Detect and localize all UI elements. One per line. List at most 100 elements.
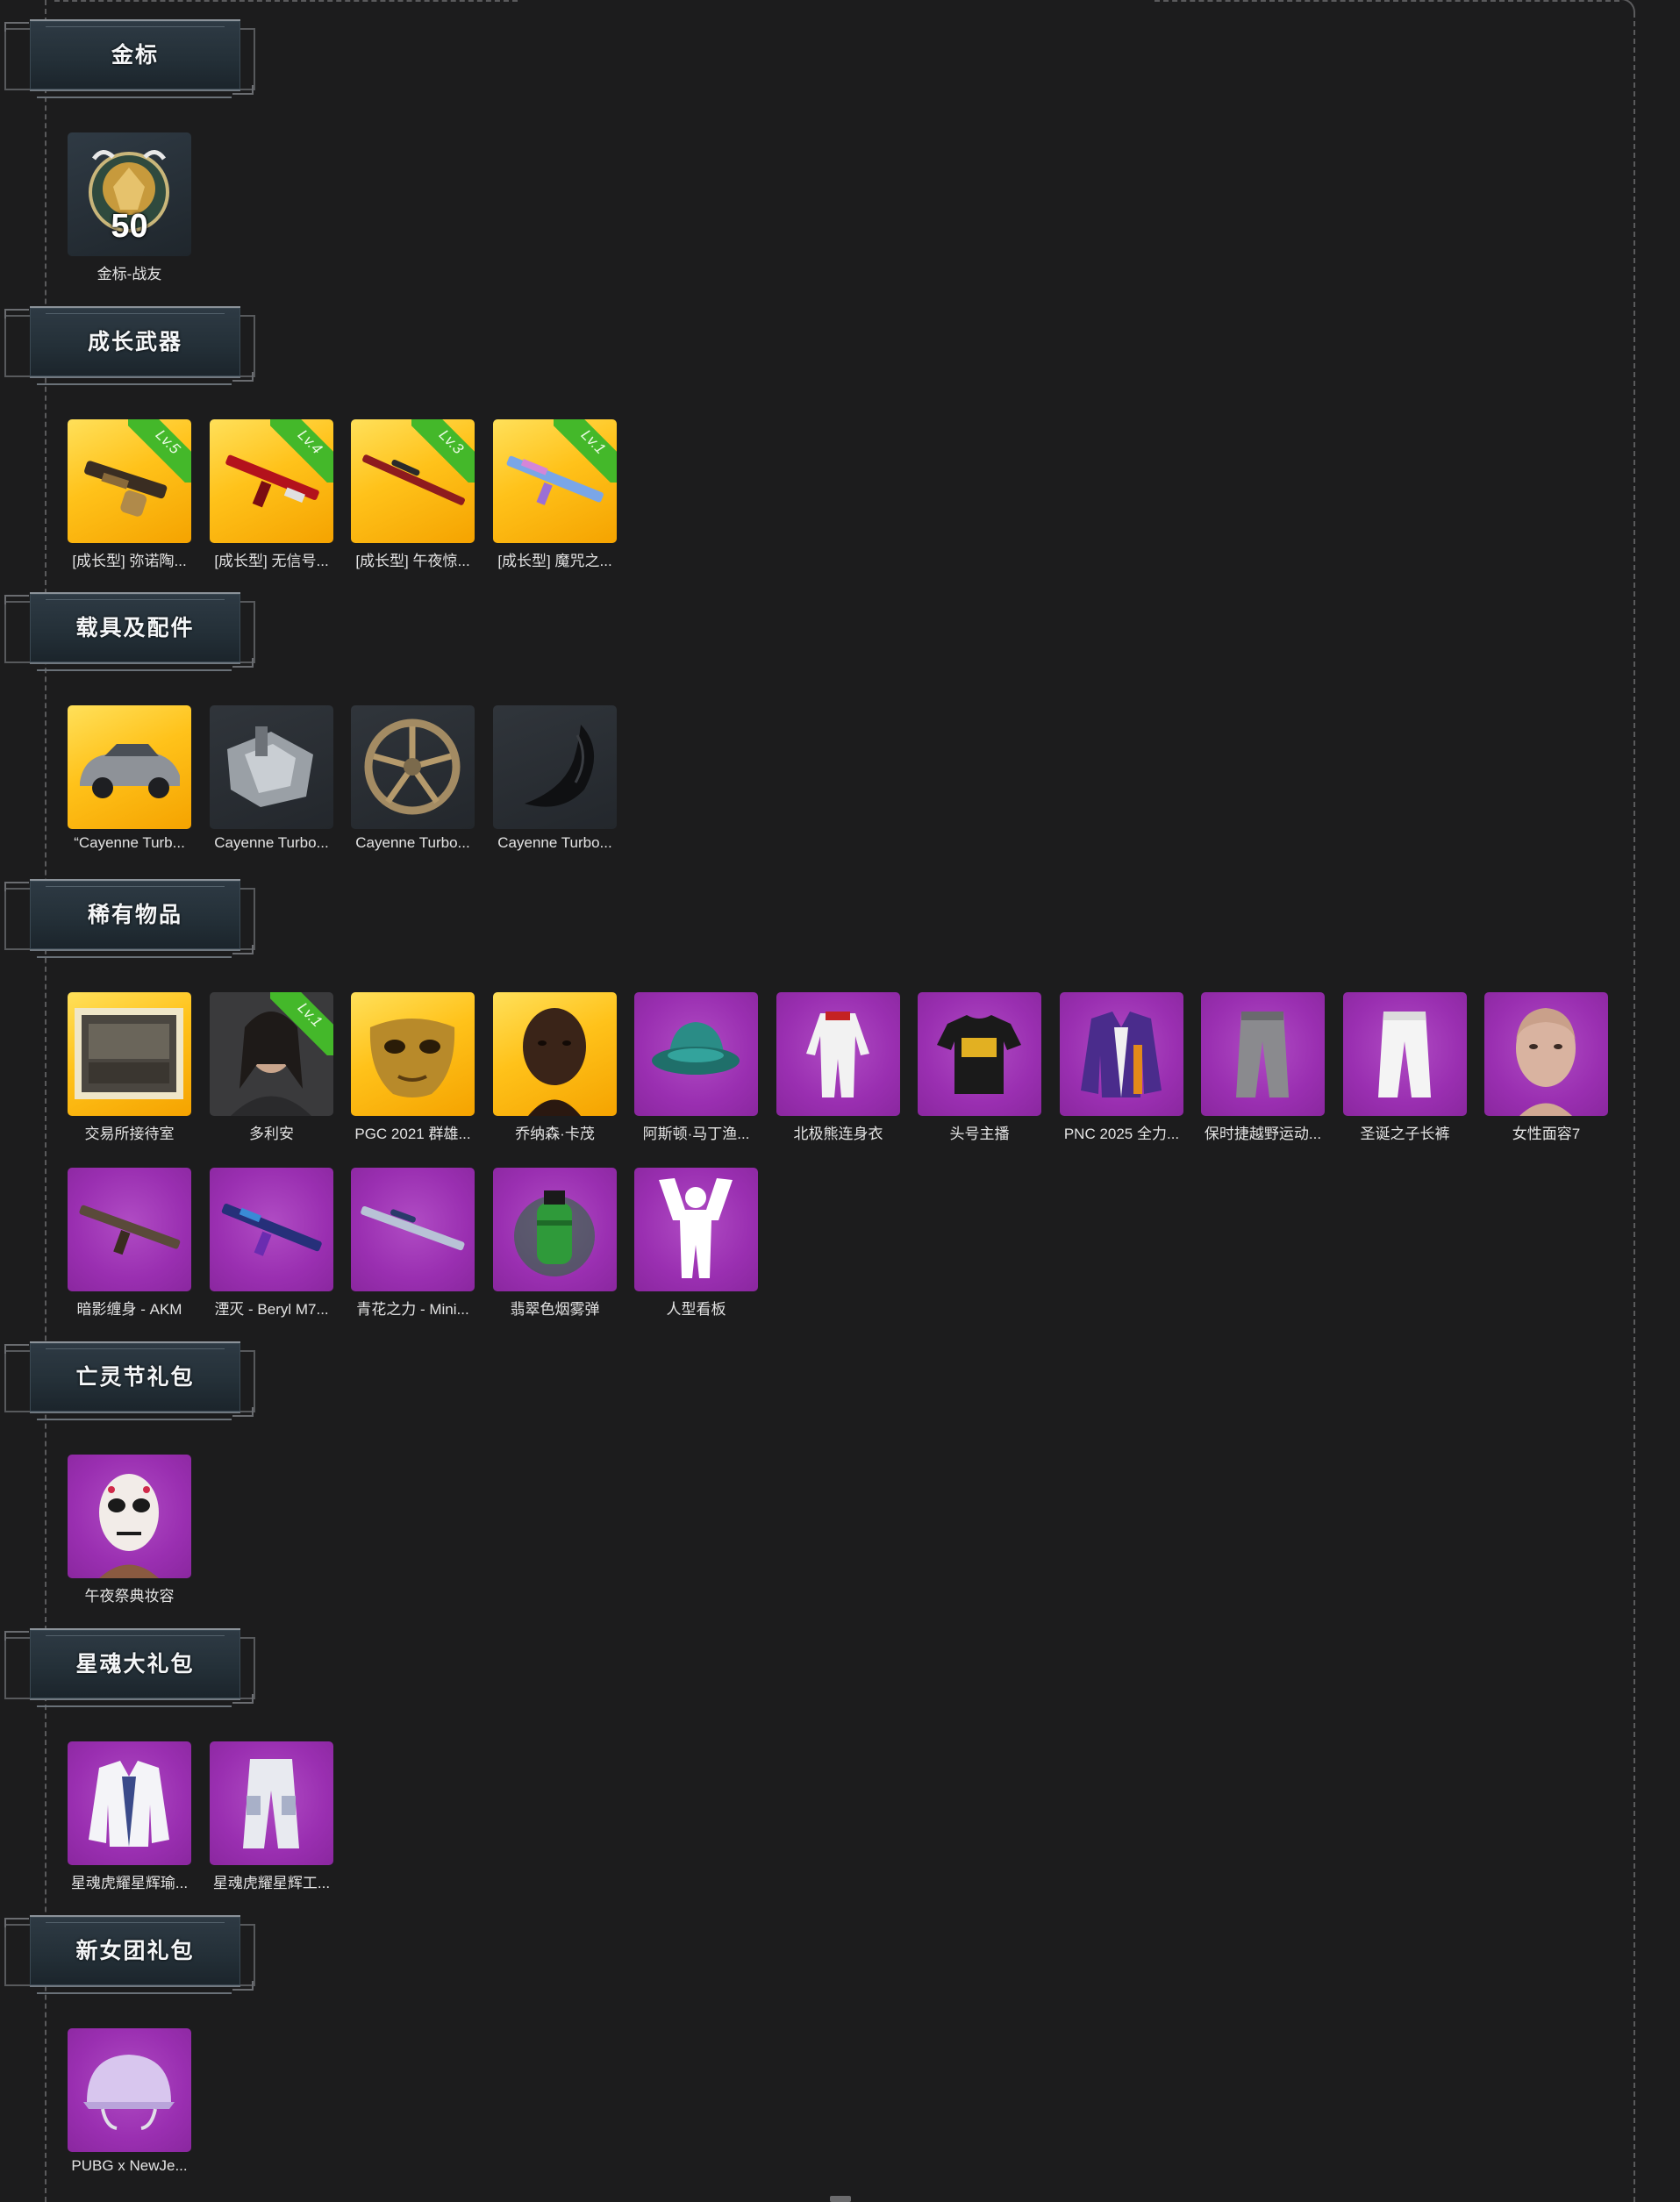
item-thumbnail[interactable] (1060, 992, 1183, 1116)
skull-makeup-face-icon (99, 1474, 159, 1578)
section-title: 新女团礼包 (75, 1939, 195, 1963)
engine-part-icon (227, 726, 313, 807)
room-picture-icon (75, 1008, 183, 1099)
section-header: 稀有物品 (0, 871, 263, 963)
item-thumbnail[interactable] (68, 1455, 191, 1578)
item-thumbnail[interactable] (1343, 992, 1467, 1116)
section-title: 亡灵节礼包 (75, 1365, 195, 1390)
item-thumbnail[interactable] (634, 1168, 758, 1291)
item-thumbnail[interactable] (1201, 992, 1325, 1116)
bucket-hat-icon (652, 1022, 740, 1075)
header-corner (4, 1631, 29, 1641)
item-thumbnail[interactable]: Lv.1 (493, 419, 617, 543)
item-thumbnail[interactable] (210, 705, 333, 829)
wheel-rim-icon (364, 719, 461, 815)
car-trim-icon (525, 725, 595, 807)
item-thumbnail[interactable] (351, 992, 475, 1116)
section-title: 金标 (111, 43, 159, 68)
frame-corner (1605, 0, 1635, 16)
section-header: 成长武器 (0, 298, 263, 390)
item-label: 翡翠色烟雾弹 (510, 1301, 600, 1318)
smoke-grenade-icon (514, 1190, 595, 1276)
item-label: Cayenne Turbo... (214, 834, 329, 851)
section-title: 星魂大礼包 (75, 1652, 195, 1677)
level-label: Lv.3 (435, 426, 467, 458)
frame-top-border (1155, 0, 1619, 2)
cargo-pants-icon (243, 1759, 299, 1848)
level-label: Lv.1 (577, 426, 609, 458)
header-corner (4, 882, 29, 891)
helmet-icon (83, 2055, 175, 2130)
item-label: 星魂虎耀星辉工... (212, 1875, 331, 1891)
item-thumbnail[interactable] (493, 992, 617, 1116)
item-label: 金标-战友 (97, 266, 162, 282)
item-thumbnail[interactable]: Lv.5 (68, 419, 191, 543)
item-label: [成长型] 无信号... (214, 553, 329, 569)
item-label: 多利安 (249, 1126, 294, 1142)
item-label: 午夜祭典妆容 (84, 1588, 175, 1605)
jacket-icon (1081, 1012, 1162, 1097)
frame-top-border (54, 0, 518, 2)
item-thumbnail[interactable] (68, 1168, 191, 1291)
item-label: 乔纳森·卡茂 (515, 1126, 595, 1142)
item-thumbnail[interactable] (68, 2028, 191, 2152)
level-label: Lv.4 (294, 426, 325, 458)
item-thumbnail[interactable] (918, 992, 1041, 1116)
item-label: [成长型] 魔咒之... (497, 553, 612, 569)
scroll-indicator (830, 2196, 851, 2202)
item-thumbnail[interactable] (1484, 992, 1608, 1116)
item-thumbnail[interactable] (210, 1741, 333, 1865)
item-label: [成长型] 弥诺陶... (72, 553, 187, 569)
level-ribbon: Lv.5 (128, 419, 191, 483)
akm-rifle-icon (79, 1205, 181, 1255)
item-label: PGC 2021 群雄... (354, 1126, 471, 1142)
section-title: 稀有物品 (87, 903, 182, 927)
item-label: 星魂虎耀星辉瑜... (70, 1875, 189, 1891)
suv-car-icon (80, 744, 180, 798)
item-label: 圣诞之子长裤 (1360, 1126, 1450, 1142)
item-label: PNC 2025 全力... (1063, 1126, 1180, 1142)
level-ribbon: Lv.3 (411, 419, 475, 483)
header-corner (4, 1344, 29, 1354)
item-label: 暗影缠身 - AKM (76, 1301, 182, 1318)
white-jacket-icon (89, 1761, 169, 1847)
tshirt-icon (937, 1015, 1021, 1094)
item-label: 交易所接待室 (84, 1126, 175, 1142)
item-thumbnail[interactable] (210, 1168, 333, 1291)
white-pants-icon (1378, 1012, 1431, 1097)
section-header: 载具及配件 (0, 584, 263, 676)
level-label: Lv.1 (294, 999, 325, 1031)
header-corner (4, 22, 29, 32)
item-thumbnail[interactable] (351, 1168, 475, 1291)
female-face-icon (1516, 1008, 1576, 1116)
item-thumbnail[interactable]: Lv.3 (351, 419, 475, 543)
item-thumbnail[interactable] (68, 992, 191, 1116)
item-label: 北极熊连身衣 (793, 1126, 883, 1142)
section-title: 载具及配件 (75, 616, 195, 640)
level-ribbon: Lv.1 (554, 419, 617, 483)
item-thumbnail[interactable]: 50 (68, 132, 191, 256)
section-title: 成长武器 (87, 330, 182, 354)
item-thumbnail[interactable] (493, 705, 617, 829)
header-corner (4, 309, 29, 318)
grey-pants-icon (1236, 1012, 1289, 1097)
item-label: PUBG x NewJe... (71, 2157, 188, 2174)
header-corner (4, 595, 29, 604)
mini-rifle-icon (361, 1206, 465, 1251)
item-thumbnail[interactable] (493, 1168, 617, 1291)
frame-right-border (1634, 12, 1635, 2202)
item-thumbnail[interactable] (776, 992, 900, 1116)
item-thumbnail[interactable] (68, 1741, 191, 1865)
item-thumbnail[interactable] (68, 705, 191, 829)
item-thumbnail[interactable]: Lv.1 (210, 992, 333, 1116)
item-label: Cayenne Turbo... (355, 834, 470, 851)
item-label: 女性面容7 (1512, 1126, 1581, 1142)
item-thumbnail[interactable] (634, 992, 758, 1116)
item-thumbnail[interactable] (351, 705, 475, 829)
section-header: 金标 (0, 11, 263, 104)
item-label: [成长型] 午夜惊... (355, 553, 470, 569)
beryl-rifle-icon (221, 1204, 322, 1256)
level-ribbon: Lv.4 (270, 419, 333, 483)
section-header: 新女团礼包 (0, 1907, 263, 1999)
item-thumbnail[interactable]: Lv.4 (210, 419, 333, 543)
